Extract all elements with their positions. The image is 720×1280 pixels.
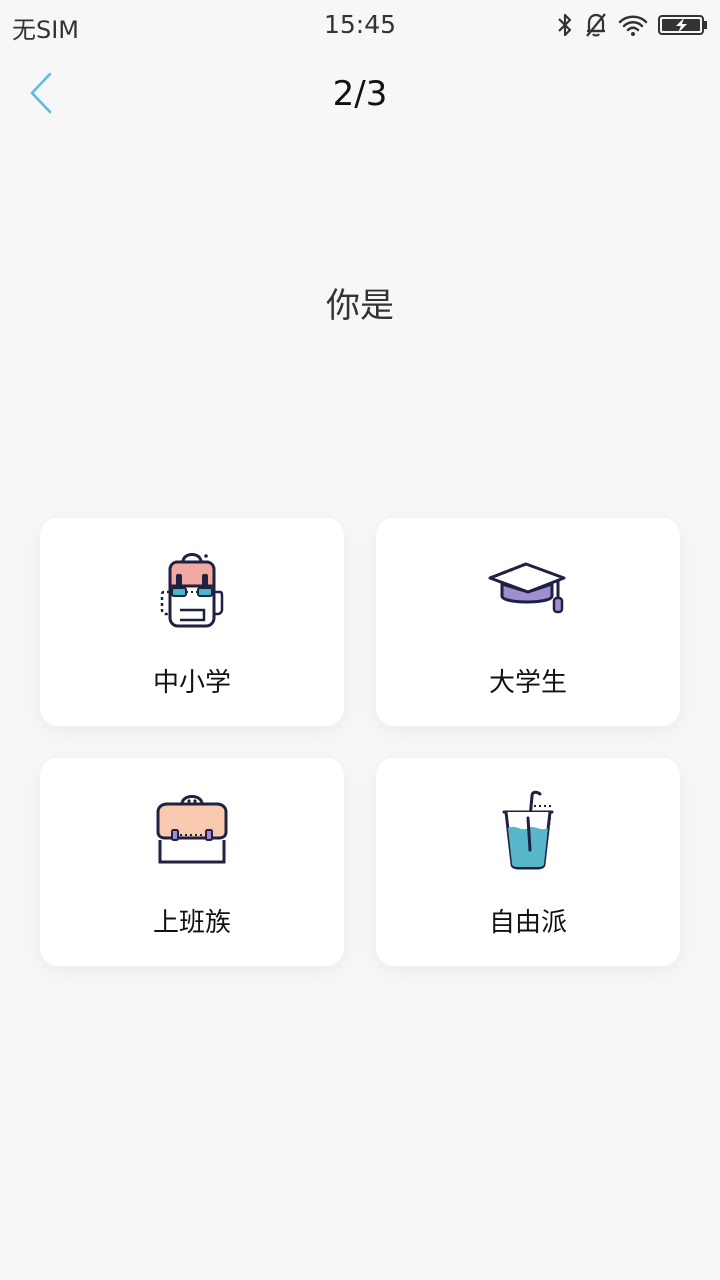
option-card-college-student[interactable]: 大学生 [376, 518, 680, 726]
mute-bell-icon [584, 11, 608, 39]
status-icons [556, 10, 708, 40]
option-label: 上班族 [152, 908, 231, 938]
battery-charging-icon [658, 14, 708, 36]
bluetooth-icon [556, 11, 574, 39]
option-label: 大学生 [488, 668, 567, 698]
wifi-icon [618, 13, 648, 37]
option-card-office-worker[interactable]: 上班族 [40, 758, 344, 966]
graduation-cap-icon [488, 548, 568, 632]
briefcase-icon [152, 788, 232, 872]
question-title: 你是 [326, 286, 394, 326]
nav-bar: 2/3 [0, 56, 720, 132]
step-indicator: 2/3 [332, 74, 388, 114]
backpack-icon [152, 548, 232, 632]
option-card-primary-secondary-school[interactable]: 中小学 [40, 518, 344, 726]
drink-cup-icon [488, 788, 568, 872]
status-bar: 无SIM 15:45 [0, 0, 720, 50]
option-card-freelancer[interactable]: 自由派 [376, 758, 680, 966]
option-label: 自由派 [488, 908, 567, 938]
option-label: 中小学 [152, 668, 231, 698]
